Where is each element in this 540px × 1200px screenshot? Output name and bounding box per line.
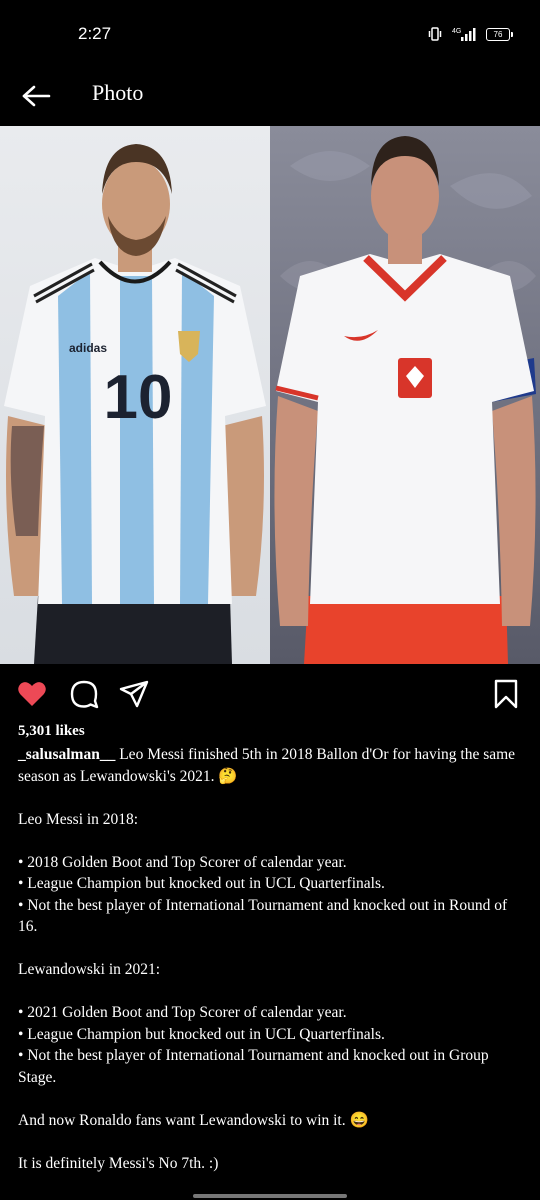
heart-icon	[18, 682, 46, 706]
caption-line: • 2018 Golden Boot and Top Scorer of cal…	[18, 853, 347, 871]
home-indicator[interactable]	[193, 1194, 347, 1198]
like-button[interactable]	[16, 678, 48, 710]
caption-line: • League Champion but knocked out in UCL…	[18, 875, 385, 892]
comment-icon	[70, 680, 99, 709]
caption-line: Lewandowski in 2021:	[18, 961, 161, 978]
jersey-number: 10	[104, 363, 173, 432]
signal-icon: 4G	[452, 26, 476, 42]
caption-line: • League Champion but knocked out in UCL…	[18, 1025, 385, 1043]
post-photo[interactable]: 10 adidas	[0, 126, 540, 664]
battery-icon: 76	[486, 27, 513, 41]
bookmark-icon	[494, 679, 518, 709]
arrow-left-icon	[22, 85, 51, 107]
photo-right-player	[270, 126, 540, 664]
status-bar: 2:27 4G 76	[0, 0, 540, 70]
vibrate-icon	[428, 27, 442, 41]
app-header: Photo	[0, 70, 540, 126]
network-type-label: 4G	[452, 28, 461, 35]
page-title: Photo	[92, 80, 144, 105]
paper-plane-icon	[119, 680, 149, 708]
status-time: 2:27	[78, 24, 112, 43]
likes-count[interactable]: 5,301 likes	[18, 723, 85, 740]
caption-username[interactable]: _salusalman__	[18, 746, 115, 763]
caption-line: • 2021 Golden Boot and Top Scorer of cal…	[18, 1004, 347, 1021]
post-action-bar	[0, 672, 540, 716]
caption-line: And now Ronaldo fans want Lewandowski to…	[18, 1111, 369, 1129]
back-button[interactable]	[18, 78, 54, 114]
caption-line: Leo Messi in 2018:	[18, 810, 139, 828]
caption-line: It is definitely Messi's No 7th. :)	[18, 1154, 219, 1172]
share-button[interactable]	[118, 678, 150, 710]
brand-logo: adidas	[69, 341, 107, 355]
status-icons: 4G 76	[428, 26, 513, 42]
photo-left-player: 10 adidas	[0, 126, 270, 664]
comment-button[interactable]	[68, 678, 100, 710]
save-button[interactable]	[490, 678, 522, 710]
post-caption: _salusalman__ Leo Messi finished 5th in …	[18, 744, 524, 1174]
caption-line: • Not the best player of International T…	[18, 896, 508, 936]
caption-line: • Not the best player of International T…	[18, 1047, 489, 1086]
